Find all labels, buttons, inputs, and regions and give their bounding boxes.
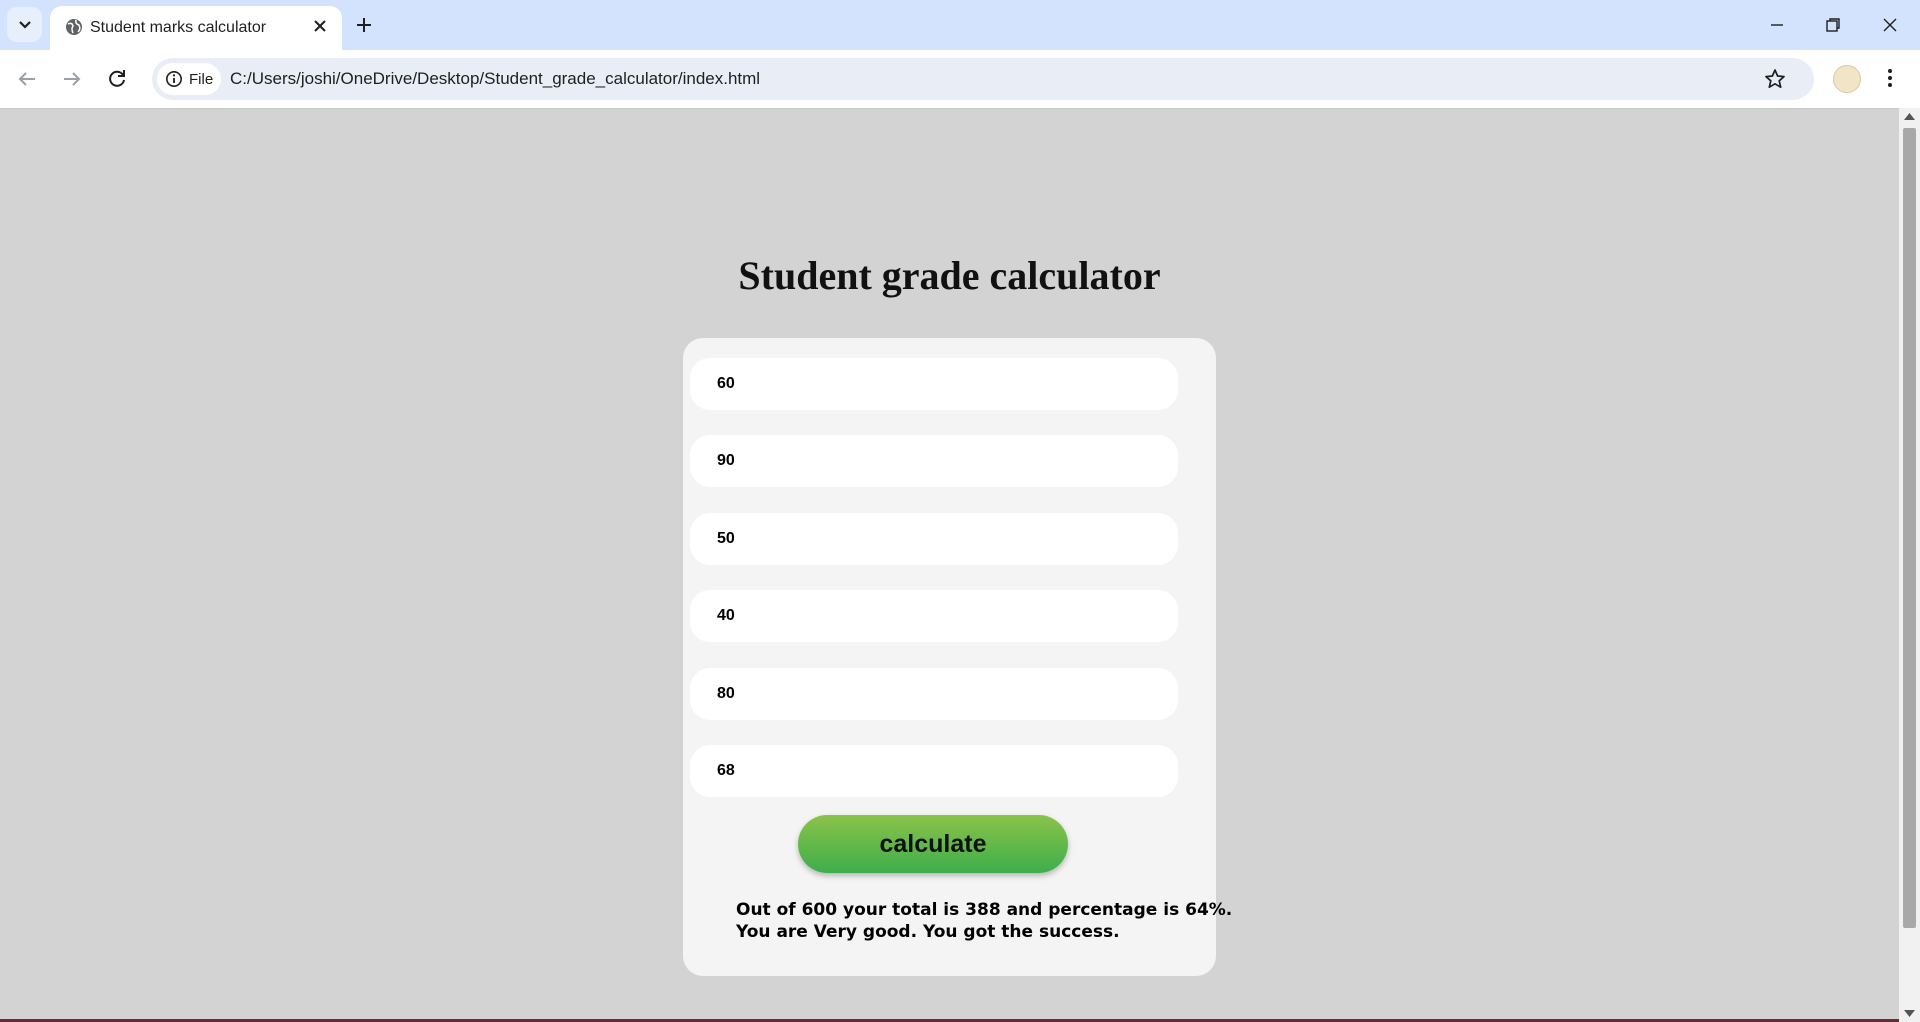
result-line-2: You are Very good. You got the success. [736,922,1120,942]
close-icon[interactable] [310,16,330,36]
mark-input-2[interactable] [690,435,1178,487]
close-window-icon[interactable] [1877,12,1903,38]
page-scrollbar[interactable] [1899,108,1920,1022]
minimize-icon[interactable] [1764,12,1790,38]
result-line-1: Out of 600 your total is 388 and percent… [736,900,1233,920]
more-vert-icon[interactable] [1878,66,1902,90]
result-text: Out of 600 your total is 388 and percent… [736,899,1233,943]
info-icon [166,71,182,87]
avatar[interactable] [1833,65,1861,93]
tab-search-button[interactable] [7,7,42,42]
reload-icon[interactable] [105,67,129,91]
scroll-thumb[interactable] [1903,128,1916,928]
mark-input-4[interactable] [690,590,1178,642]
back-icon[interactable] [15,67,39,91]
mark-input-5[interactable] [690,668,1178,720]
calculate-button[interactable]: calculate [798,815,1068,873]
scroll-down-icon[interactable] [1904,1010,1915,1018]
scroll-up-icon[interactable] [1904,112,1915,120]
globe-icon [66,19,82,35]
star-icon[interactable] [1764,68,1786,90]
page-title: Student grade calculator [738,253,1161,298]
url-text[interactable]: C:/Users/joshi/OneDrive/Desktop/Student_… [230,69,760,89]
mark-input-3[interactable] [690,513,1178,565]
forward-icon[interactable] [60,67,84,91]
browser-tab[interactable]: Student marks calculator [50,6,342,50]
restore-icon[interactable] [1820,12,1846,38]
address-bar[interactable]: File C:/Users/joshi/OneDrive/Desktop/Stu… [152,58,1814,100]
browser-toolbar: File C:/Users/joshi/OneDrive/Desktop/Stu… [0,50,1920,109]
tab-strip: Student marks calculator [0,0,1920,50]
mark-input-6[interactable] [690,745,1178,797]
scheme-label: File [189,70,214,88]
site-info-chip[interactable]: File [157,63,221,95]
calculator-card: calculate Out of 600 your total is 388 a… [683,338,1233,976]
mark-input-1[interactable] [690,358,1178,410]
chevron-down-icon [18,20,31,29]
tab-title: Student marks calculator [90,19,267,36]
plus-icon[interactable] [352,13,376,37]
